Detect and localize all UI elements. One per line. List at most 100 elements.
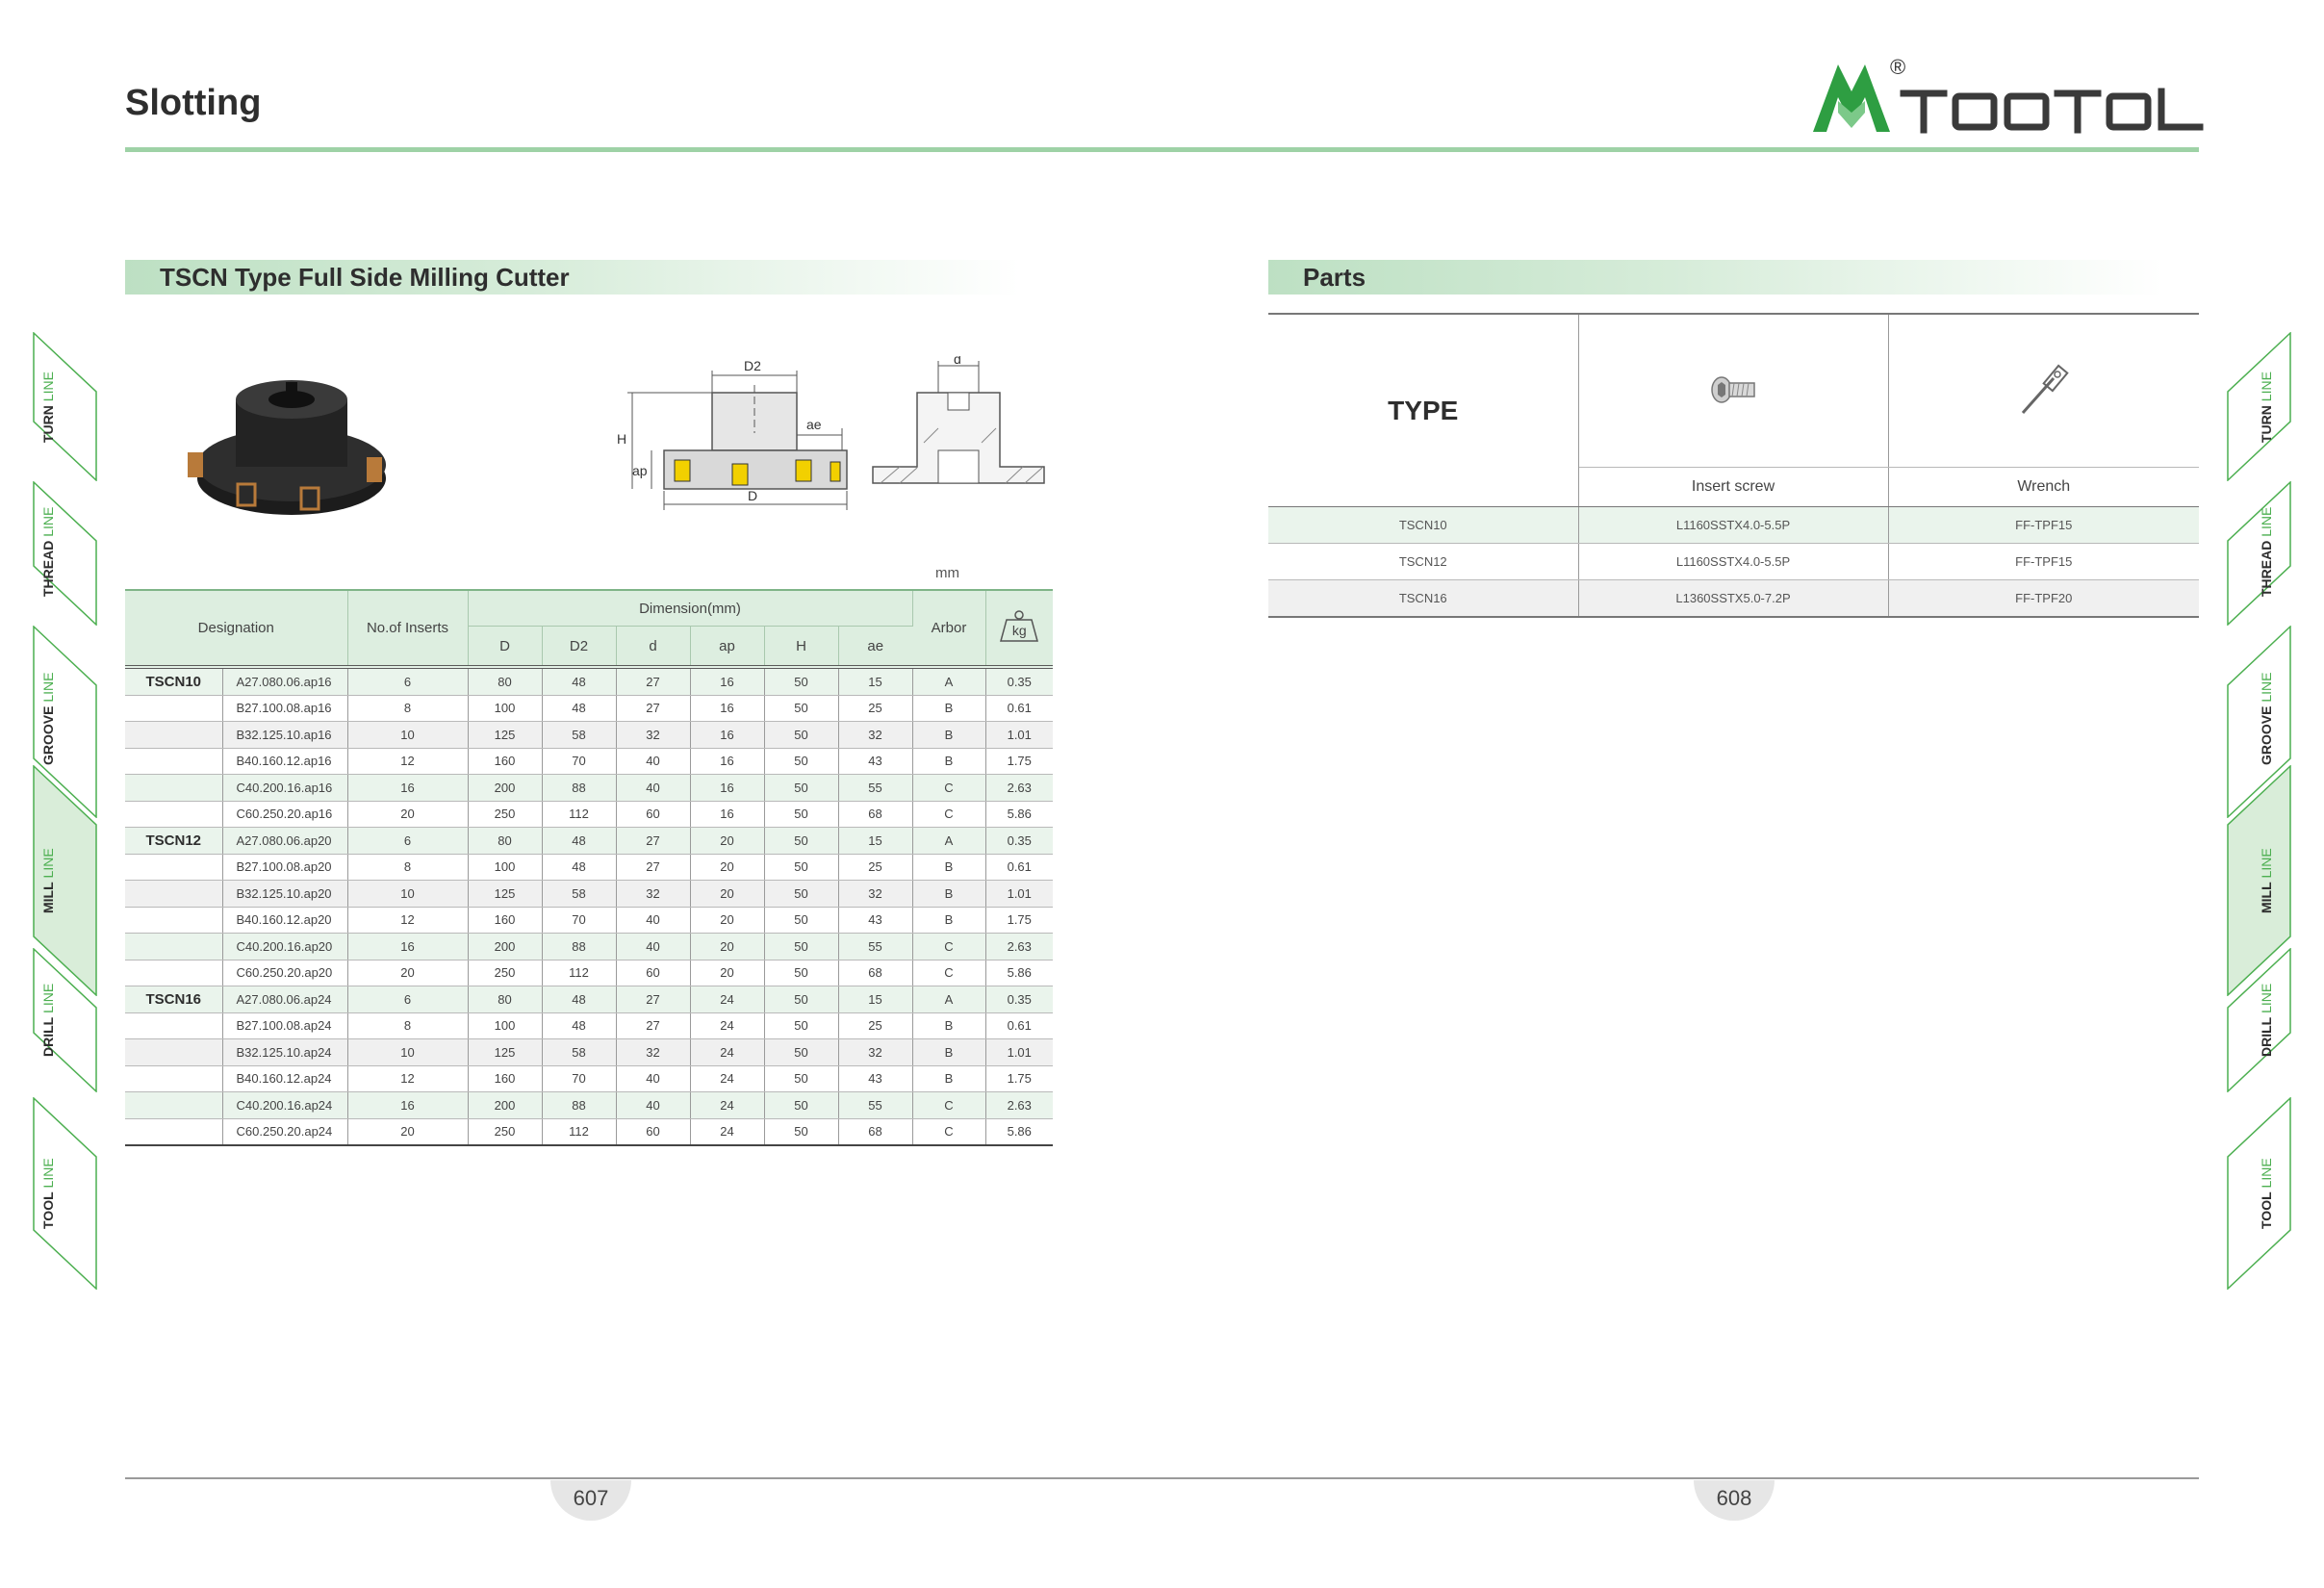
inserts-cell: 20 — [347, 801, 469, 828]
dim-D2-cell: 48 — [542, 827, 617, 855]
dim-ae-cell: 55 — [838, 774, 913, 802]
dim-D-cell: 200 — [468, 933, 543, 960]
designation-cell: B32.125.10.ap24 — [222, 1038, 348, 1066]
dim-D-cell: 250 — [468, 801, 543, 828]
dim-D-cell: 100 — [468, 1012, 543, 1039]
weight-cell: 1.01 — [985, 880, 1053, 908]
side-tab-tool[interactable]: TOOL LINE — [2226, 1097, 2291, 1290]
dim-D2-cell: 58 — [542, 1038, 617, 1066]
table-row: C40.200.16.ap20 16 200 88 40 20 50 55 C 2.63 — [125, 933, 1053, 960]
parts-type-cell: TSCN12 — [1268, 543, 1579, 580]
inserts-cell: 12 — [347, 1065, 469, 1092]
dim-D2-cell: 48 — [542, 854, 617, 881]
dim-ae-cell: 15 — [838, 827, 913, 855]
group-cell: TSCN10 — [125, 667, 223, 696]
dim-D-cell: 250 — [468, 960, 543, 986]
side-tab-word: DRILL — [40, 1016, 56, 1058]
inserts-cell: 10 — [347, 880, 469, 908]
footer-divider — [125, 1477, 2199, 1479]
weight-cell: 0.35 — [985, 986, 1053, 1013]
dim-H-cell: 50 — [764, 907, 839, 934]
side-tab-turn[interactable]: TURN LINE — [2226, 332, 2291, 481]
weight-cell: 0.61 — [985, 854, 1053, 881]
dim-ap-cell: 24 — [690, 1118, 765, 1146]
table-row: B32.125.10.ap24 10 125 58 32 24 50 32 B 1.01 — [125, 1038, 1053, 1066]
dim-D-cell: 200 — [468, 1091, 543, 1119]
dim-D-cell: 160 — [468, 748, 543, 775]
side-tab-word: DRILL — [2259, 1016, 2274, 1058]
dim-D2-cell: 48 — [542, 1012, 617, 1039]
table-row: TSCN10 A27.080.06.ap16 6 80 48 27 16 50 15 A 0.35 — [125, 667, 1053, 696]
inserts-cell: 6 — [347, 667, 469, 696]
side-tab-turn[interactable]: TURN LINE — [33, 332, 98, 481]
dim-H-cell: 50 — [764, 1118, 839, 1146]
weight-cell: 1.75 — [985, 907, 1053, 934]
dim-H-cell: 50 — [764, 1038, 839, 1066]
dim-d-cell: 27 — [616, 986, 691, 1013]
arbor-cell: B — [912, 721, 986, 749]
dim-d-cell: 32 — [616, 1038, 691, 1066]
side-tab-thread[interactable]: THREAD LINE — [33, 481, 98, 626]
weight-cell: 0.35 — [985, 667, 1053, 696]
dim-ap-cell: 16 — [690, 695, 765, 722]
section-title-tscn: TSCN Type Full Side Milling Cutter — [125, 260, 1020, 295]
dim-D2-cell: 88 — [542, 1091, 617, 1119]
screw-image-cell — [1578, 314, 1889, 468]
dim-H-cell: 50 — [764, 986, 839, 1013]
dim-D-cell: 125 — [468, 721, 543, 749]
dim-d-cell: 27 — [616, 695, 691, 722]
arbor-cell: C — [912, 1091, 986, 1119]
designation-cell: C60.250.20.ap16 — [222, 801, 348, 828]
side-tab-label: GROOVE LINE — [2259, 673, 2282, 765]
side-tab-drill[interactable]: DRILL LINE — [33, 948, 98, 1092]
dim-ap-cell: 16 — [690, 748, 765, 775]
dim-D2-cell: 70 — [542, 748, 617, 775]
inserts-cell: 6 — [347, 827, 469, 855]
table-row: B32.125.10.ap16 10 125 58 32 16 50 32 B 1.01 — [125, 721, 1053, 749]
header-dim-D: D — [468, 626, 543, 668]
dim-D-cell: 80 — [468, 667, 543, 696]
parts-table: TYPE Insert screw Wrench TSCN10 L1160SST… — [1268, 313, 2199, 618]
dim-H-cell: 50 — [764, 721, 839, 749]
arbor-cell: B — [912, 1065, 986, 1092]
parts-screw-cell: L1360SSTX5.0-7.2P — [1578, 579, 1889, 618]
arbor-cell: C — [912, 774, 986, 802]
dim-D2-cell: 58 — [542, 880, 617, 908]
group-cell — [125, 1065, 223, 1092]
dim-H-cell: 50 — [764, 695, 839, 722]
group-cell — [125, 933, 223, 960]
side-tab-thread[interactable]: THREAD LINE — [2226, 481, 2291, 626]
parts-type-cell: TSCN16 — [1268, 579, 1579, 618]
dim-d-cell: 40 — [616, 1065, 691, 1092]
parts-type-cell: TSCN10 — [1268, 506, 1579, 544]
weight-cell: 5.86 — [985, 801, 1053, 828]
side-tab-label: TOOL LINE — [40, 1150, 64, 1237]
arbor-cell: B — [912, 880, 986, 908]
parts-type-header: TYPE — [1268, 314, 1579, 507]
dim-ap-cell: 24 — [690, 1038, 765, 1066]
side-tab-suffix: LINE — [2259, 1158, 2274, 1189]
parts-col-screw-label: Insert screw — [1578, 467, 1889, 507]
dim-D-cell: 160 — [468, 1065, 543, 1092]
arbor-cell: A — [912, 667, 986, 696]
spec-table: Designation No.of Inserts Dimension(mm) … — [125, 589, 1053, 1146]
side-tab-tool[interactable]: TOOL LINE — [33, 1097, 98, 1290]
weight-cell: 2.63 — [985, 933, 1053, 960]
dim-D-cell: 100 — [468, 695, 543, 722]
inserts-cell: 16 — [347, 933, 469, 960]
group-cell — [125, 774, 223, 802]
dim-d-cell: 40 — [616, 933, 691, 960]
weight-unit-label: kg — [1011, 622, 1027, 638]
header-dim-ap: ap — [690, 626, 765, 668]
dim-ap-cell: 16 — [690, 774, 765, 802]
dim-ap-cell: 20 — [690, 960, 765, 986]
dim-H-cell: 50 — [764, 960, 839, 986]
side-tab-drill[interactable]: DRILL LINE — [2226, 948, 2291, 1092]
group-cell — [125, 695, 223, 722]
side-tab-suffix: LINE — [40, 672, 56, 703]
dim-d-cell: 40 — [616, 1091, 691, 1119]
dim-D2-cell: 112 — [542, 801, 617, 828]
weight-cell: 2.63 — [985, 774, 1053, 802]
dim-ap-cell: 24 — [690, 1012, 765, 1039]
table-row: B40.160.12.ap16 12 160 70 40 16 50 43 B 1.75 — [125, 748, 1053, 775]
